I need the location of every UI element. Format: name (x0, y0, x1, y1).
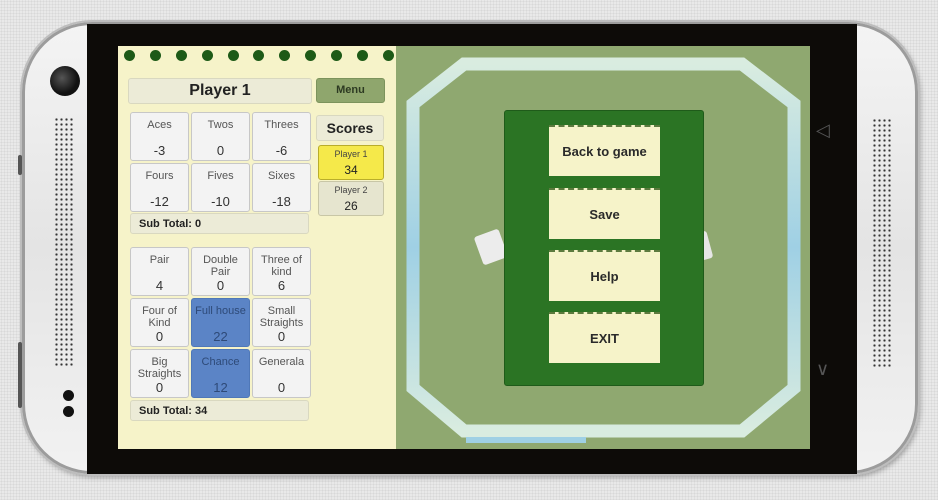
score-cell-fives[interactable]: Fives -10 (191, 163, 250, 212)
score-cell-generala[interactable]: Generala 0 (252, 349, 311, 398)
sensor-dot (63, 406, 74, 417)
game-menu-dialog: Back to game Save Help EXIT (504, 110, 704, 386)
volume-button (18, 342, 22, 408)
binding-hole (331, 50, 343, 61)
cell-value: -6 (275, 143, 288, 158)
cell-label: Fours (145, 170, 174, 182)
player-name: Player 1 (334, 149, 368, 159)
cell-label: Double Pair (203, 254, 238, 278)
cell-value: -3 (153, 143, 166, 158)
cell-value: 0 (277, 380, 286, 395)
score-cell-sixes[interactable]: Sixes -18 (252, 163, 311, 212)
binding-hole (227, 50, 239, 61)
binding-hole (279, 50, 291, 61)
cell-value: 0 (277, 329, 286, 344)
binding-hole (253, 50, 265, 61)
lower-subtotal: Sub Total: 34 (130, 400, 309, 421)
score-cell-aces[interactable]: Aces -3 (130, 112, 189, 161)
binding-hole (124, 50, 135, 61)
sensor-dot (63, 390, 74, 401)
score-cell-four-of-kind[interactable]: Four of Kind 0 (130, 298, 189, 347)
cell-value: -12 (150, 194, 169, 209)
menu-button[interactable]: Menu (316, 78, 385, 103)
cell-value: 22 (213, 329, 228, 344)
scores-heading: Scores (316, 115, 384, 141)
cell-value: 12 (213, 380, 228, 395)
score-cell-chance[interactable]: Chance 12 (191, 349, 250, 398)
cell-label: Chance (201, 356, 240, 368)
player-score-2[interactable]: Player 2 26 (318, 181, 384, 216)
binding-hole (149, 50, 161, 61)
cell-label: Threes (264, 119, 299, 131)
binding-hole (201, 50, 213, 61)
speaker-grille-right (872, 118, 892, 368)
cell-value: 0 (216, 278, 225, 293)
back-to-game-button[interactable]: Back to game (549, 125, 660, 176)
side-button (18, 155, 22, 175)
cell-value: 0 (155, 380, 164, 395)
cell-value: 4 (155, 278, 164, 293)
score-cell-small-straights[interactable]: Small Straights 0 (252, 298, 311, 347)
score-cell-twos[interactable]: Twos 0 (191, 112, 250, 161)
cell-label: Four of Kind (142, 305, 177, 329)
cell-label: Small Straights (259, 305, 304, 329)
upper-subtotal: Sub Total: 0 (130, 213, 309, 234)
help-button[interactable]: Help (549, 250, 660, 301)
cell-label: Aces (147, 119, 172, 131)
cell-label: Generala (258, 356, 305, 368)
score-cell-double-pair[interactable]: Double Pair 0 (191, 247, 250, 296)
player-score: 26 (344, 199, 358, 213)
score-cell-big-straights[interactable]: Big Straights 0 (130, 349, 189, 398)
player-score-1[interactable]: Player 1 34 (318, 145, 384, 180)
score-cell-full-house[interactable]: Full house 22 (191, 298, 250, 347)
recent-apps-icon[interactable]: ∨ (816, 360, 829, 378)
score-pad: Player 1 Menu Scores Player 1 34 Player … (118, 46, 398, 449)
upper-section-grid: Aces -3 Twos 0 Threes -6 Fours -12 Fives -10 … (130, 112, 311, 212)
score-cell-pair[interactable]: Pair 4 (130, 247, 189, 296)
cell-value: -10 (211, 194, 230, 209)
binding-hole (305, 50, 317, 61)
binding-hole (357, 50, 369, 61)
lower-section-grid: Pair 4 Double Pair 0 Three of kind 6 Four o… (130, 247, 311, 398)
back-icon[interactable]: ◁ (816, 121, 830, 139)
cell-label: Sixes (268, 170, 295, 182)
binding-hole (175, 50, 187, 61)
cell-label: Big Straights (137, 356, 182, 380)
cell-value: 0 (155, 329, 164, 344)
game-screen: Player 1 Menu Scores Player 1 34 Player … (118, 46, 810, 449)
cell-label: Pair (149, 254, 170, 266)
binding-holes (124, 50, 394, 62)
cell-value: -18 (272, 194, 291, 209)
exit-button[interactable]: EXIT (549, 312, 660, 363)
cell-label: Three of kind (261, 254, 302, 278)
cell-label: Twos (207, 119, 234, 131)
cell-value: 6 (277, 278, 286, 293)
cell-value: 0 (216, 143, 225, 158)
score-cell-threes[interactable]: Threes -6 (252, 112, 311, 161)
player-name: Player 2 (334, 185, 368, 195)
player-title: Player 1 (128, 78, 312, 104)
cell-label: Full house (195, 305, 246, 317)
save-button[interactable]: Save (549, 188, 660, 239)
score-cell-fours[interactable]: Fours -12 (130, 163, 189, 212)
player-score: 34 (344, 163, 358, 177)
speaker-grille-left (54, 117, 74, 367)
score-cell-three-of-kind[interactable]: Three of kind 6 (252, 247, 311, 296)
cell-label: Fives (207, 170, 234, 182)
front-camera (50, 66, 80, 96)
binding-hole (382, 50, 394, 61)
